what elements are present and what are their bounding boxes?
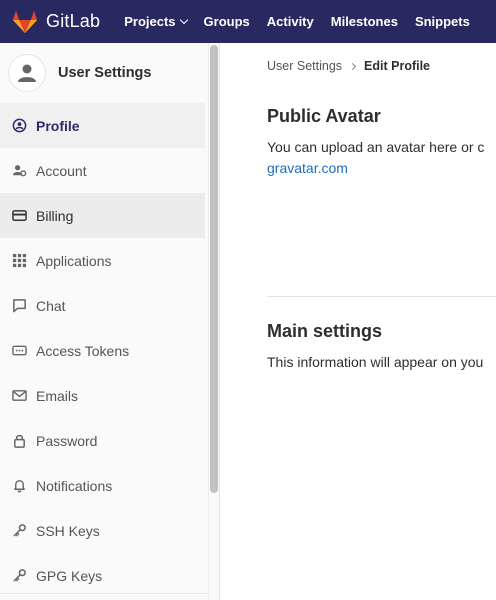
gitlab-logo-icon xyxy=(13,10,37,33)
sidebar-item-label: Access Tokens xyxy=(36,342,130,359)
sidebar-item-chat[interactable]: Chat xyxy=(0,283,205,328)
sidebar-divider xyxy=(0,593,208,594)
sidebar-item-ssh-keys[interactable]: SSH Keys xyxy=(0,508,205,553)
key-icon xyxy=(12,523,27,538)
sidebar-item-notifications[interactable]: Notifications xyxy=(0,463,205,508)
chevron-down-icon xyxy=(179,15,188,24)
profile-icon xyxy=(12,118,27,133)
sidebar-header[interactable]: User Settings xyxy=(0,43,219,103)
account-icon xyxy=(12,163,27,178)
gitlab-home-link[interactable]: GitLab xyxy=(12,0,100,43)
sidebar-item-label: Notifications xyxy=(36,477,113,494)
sidebar-item-label: Chat xyxy=(36,297,66,314)
nav-projects[interactable]: Projects xyxy=(124,14,188,29)
sidebar-item-label: Password xyxy=(36,432,98,449)
credit-card-icon xyxy=(12,208,27,223)
breadcrumb-edit-profile[interactable]: Edit Profile xyxy=(364,59,430,73)
sidebar-item-label: Profile xyxy=(36,117,80,134)
nav-projects-label: Projects xyxy=(124,14,176,29)
applications-icon xyxy=(12,253,27,268)
sidebar-title: User Settings xyxy=(58,65,152,81)
sidebar-item-gpg-keys[interactable]: GPG Keys xyxy=(0,553,205,598)
sidebar-item-applications[interactable]: Applications xyxy=(0,238,205,283)
breadcrumb: User Settings Edit Profile xyxy=(267,59,430,73)
sidebar-item-profile[interactable]: Profile xyxy=(0,103,205,148)
sidebar-item-account[interactable]: Account xyxy=(0,148,205,193)
sidebar-item-billing[interactable]: Billing xyxy=(0,193,205,238)
brand-name: GitLab xyxy=(46,11,101,31)
sidebar-item-label: Billing xyxy=(36,207,74,224)
top-navbar: GitLab Projects Groups Activity Mileston… xyxy=(0,0,496,43)
sidebar-nav: Profile Account Billing Applications Cha… xyxy=(0,103,219,598)
nav-snippets[interactable]: Snippets xyxy=(415,14,470,29)
token-icon xyxy=(12,343,27,358)
sidebar-item-access-tokens[interactable]: Access Tokens xyxy=(0,328,205,373)
settings-sidebar: User Settings Profile Account Billing Ap… xyxy=(0,43,220,600)
lock-icon xyxy=(12,433,27,448)
user-icon xyxy=(18,64,36,82)
breadcrumb-user-settings[interactable]: User Settings xyxy=(267,59,342,73)
nav-links: Projects Groups Activity Milestones Snip… xyxy=(124,0,487,43)
sidebar-scrollbar-thumb[interactable] xyxy=(210,45,218,493)
public-avatar-title: Public Avatar xyxy=(267,106,381,126)
section-divider xyxy=(267,296,496,297)
main-settings-title: Main settings xyxy=(267,321,383,341)
envelope-icon xyxy=(12,388,27,403)
avatar xyxy=(8,54,46,92)
public-avatar-description: You can upload an avatar here or c xyxy=(267,139,485,155)
bell-icon xyxy=(12,478,27,493)
gravatar-link[interactable]: gravatar.com xyxy=(267,160,348,176)
key-icon xyxy=(12,568,27,583)
sidebar-item-label: SSH Keys xyxy=(36,522,100,539)
sidebar-item-label: Account xyxy=(36,162,87,179)
main-settings-description: This information will appear on you xyxy=(267,354,484,370)
chevron-right-icon xyxy=(348,62,357,70)
sidebar-item-label: Applications xyxy=(36,252,112,269)
sidebar-item-emails[interactable]: Emails xyxy=(0,373,205,418)
chat-icon xyxy=(12,298,27,313)
nav-milestones[interactable]: Milestones xyxy=(331,14,398,29)
sidebar-item-password[interactable]: Password xyxy=(0,418,205,463)
main-content: User Settings Edit Profile Public Avatar… xyxy=(221,43,496,600)
sidebar-item-label: GPG Keys xyxy=(36,567,103,584)
nav-activity[interactable]: Activity xyxy=(267,14,314,29)
sidebar-item-label: Emails xyxy=(36,387,79,404)
nav-groups[interactable]: Groups xyxy=(204,14,250,29)
